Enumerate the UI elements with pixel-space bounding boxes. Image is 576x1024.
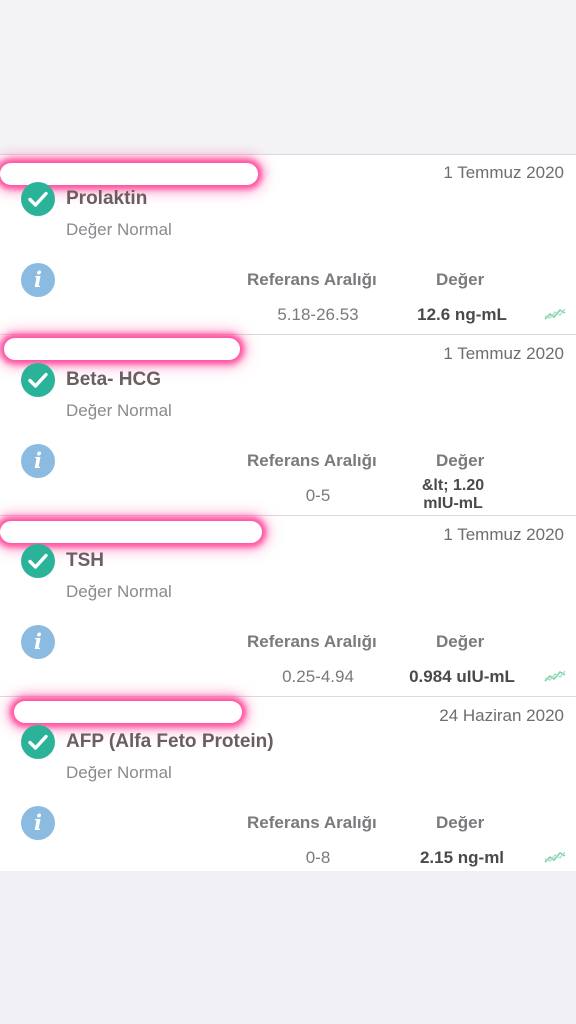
result-value-line2: mIU-mL [423,495,483,512]
result-date: 1 Temmuz 2020 [443,525,564,544]
test-name: TSH [66,550,104,571]
result-date: 24 Haziran 2020 [439,706,564,725]
reference-range-value: 5.18-26.53 [277,305,359,324]
test-name: Prolaktin [66,188,148,209]
result-value: 12.6 ng-mL [417,305,507,324]
redacted-lab-name [0,521,262,543]
info-icon[interactable]: i [21,263,55,297]
result-card-prolaktin[interactable]: 1 Temmuz 2020 Prolaktin Değer Normal i R… [0,155,576,335]
reference-range-value: 0.25-4.94 [282,667,354,686]
value-label: Değer [436,813,485,832]
result-date: 1 Temmuz 2020 [443,163,564,182]
result-value: 0.984 uIU-mL [409,667,515,686]
result-status: Değer Normal [66,582,172,601]
result-value: 2.15 ng-ml [419,848,505,867]
reference-range-label: Referans Aralığı [247,813,377,832]
check-icon [21,363,55,397]
result-value: &lt; 1.20 mIU-mL [398,477,508,513]
top-blank-area [0,0,576,154]
check-icon [21,725,55,759]
result-date: 1 Temmuz 2020 [443,344,564,363]
reference-range-label: Referans Aralığı [247,451,377,470]
trend-chart-icon[interactable] [544,668,566,684]
bottom-blank-area [0,871,576,1024]
card-divider [0,334,576,335]
value-label: Değer [436,270,485,289]
reference-range-label: Referans Aralığı [247,270,377,289]
card-divider [0,696,576,697]
check-icon [21,544,55,578]
check-icon [21,182,55,216]
reference-range-value: 0-5 [305,486,331,505]
card-divider [0,515,576,516]
test-name: AFP (Alfa Feto Protein) [66,731,274,752]
result-status: Değer Normal [66,763,172,782]
result-value-line1: &lt; 1.20 [421,477,485,494]
trend-chart-icon[interactable] [544,306,566,322]
result-card-tsh[interactable]: 1 Temmuz 2020 TSH Değer Normal i Referan… [0,517,576,697]
trend-chart-icon[interactable] [544,849,566,865]
value-label: Değer [436,451,485,470]
info-icon[interactable]: i [21,625,55,659]
info-icon[interactable]: i [21,806,55,840]
result-status: Değer Normal [66,220,172,239]
redacted-lab-name [4,338,240,360]
info-icon[interactable]: i [21,444,55,478]
test-name: Beta- HCG [66,369,162,390]
reference-range-value: 0-8 [305,848,331,867]
result-status: Değer Normal [66,401,172,420]
lab-results-list[interactable]: 1 Temmuz 2020 Prolaktin Değer Normal i R… [0,154,576,872]
value-label: Değer [436,632,485,651]
redacted-lab-name [14,701,242,723]
result-card-beta-hcg[interactable]: 1 Temmuz 2020 Beta- HCG Değer Normal i R… [0,336,576,516]
reference-range-label: Referans Aralığı [247,632,377,651]
result-card-afp[interactable]: 24 Haziran 2020 AFP (Alfa Feto Protein) … [0,698,576,878]
